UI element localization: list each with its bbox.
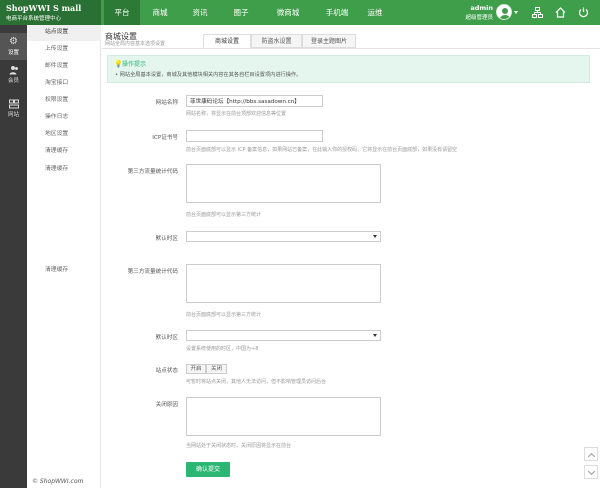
sidebar-item-label: 网站 bbox=[7, 112, 19, 118]
avatar[interactable] bbox=[496, 4, 512, 20]
tab-divider bbox=[102, 48, 600, 49]
close-reason-label: 关闭原因 bbox=[155, 402, 178, 408]
submenu-item-mail-settings[interactable]: 邮件设置 bbox=[27, 59, 100, 74]
nav-tab-platform[interactable]: 平台 bbox=[104, 0, 140, 25]
icp-label: ICP证书号 bbox=[152, 135, 178, 141]
nav-tab-wemall[interactable]: 微商城 bbox=[262, 0, 314, 25]
scroll-bottom-icon[interactable] bbox=[584, 465, 598, 479]
icp-hint: 前台页面底部可以显示 ICP 备案信息，如果网站已备案，在此输入你的授权码，它将… bbox=[186, 147, 458, 153]
nav-tab-ops[interactable]: 运维 bbox=[360, 0, 390, 25]
submenu-item-region-settings[interactable]: 地区设置 bbox=[27, 127, 100, 142]
submenu-item-operation-log[interactable]: 操作日志 bbox=[27, 110, 100, 125]
tab-mall-settings[interactable]: 商城设置 bbox=[203, 34, 251, 48]
nav-tab-news[interactable]: 资讯 bbox=[180, 0, 220, 25]
brand-tagline: 电商平台系统管理中心 bbox=[6, 16, 62, 22]
tab-watermark-settings[interactable]: 防盗水设置 bbox=[251, 34, 302, 48]
stat-code-hint: 前台页面底部可以显示第三方统计 bbox=[186, 212, 262, 218]
submenu-item-permissions[interactable]: 权限设置 bbox=[27, 93, 100, 108]
brand-name: ShopWWI S mall bbox=[6, 3, 82, 13]
submenu-item-upload-settings[interactable]: 上传设置 bbox=[27, 42, 100, 57]
sitemap-icon[interactable] bbox=[532, 7, 543, 18]
status-on-toggle[interactable]: 开启 bbox=[186, 364, 206, 374]
tips-title: 操作提示 bbox=[122, 61, 147, 68]
site-status-label: 站点状态 bbox=[155, 368, 178, 374]
stat-code2-textarea[interactable] bbox=[186, 264, 381, 303]
icp-input[interactable] bbox=[186, 130, 323, 142]
sidebar-item-label: 会员 bbox=[7, 78, 19, 84]
members-icon bbox=[9, 65, 19, 75]
submit-button[interactable]: 确认提交 bbox=[186, 462, 230, 477]
scroll-top-icon[interactable] bbox=[584, 447, 598, 461]
stat-code2-label: 第三方流量统计代码 bbox=[127, 269, 178, 275]
admin-username[interactable]: admin bbox=[457, 4, 493, 12]
close-reason-textarea[interactable] bbox=[186, 397, 381, 436]
nav-tab-mobile[interactable]: 手机端 bbox=[314, 0, 360, 25]
site-name-hint: 网站名称，将显示在前台顶部欢迎信息等位置 bbox=[186, 111, 287, 117]
submenu-item-clear-cache[interactable]: 清理缓存 bbox=[27, 144, 100, 159]
site-name-label: 网站名称 bbox=[155, 100, 178, 106]
tab-login-theme-images[interactable]: 登录主题图片 bbox=[302, 34, 356, 48]
stat-code2-hint: 前台页面底部可以显示第三方统计 bbox=[186, 312, 262, 318]
submenu-item-clear-cache[interactable]: 清理缓存 bbox=[27, 162, 100, 177]
module-sidebar: ⚙ 设置 会员 网站 bbox=[0, 25, 27, 488]
site-icon bbox=[8, 99, 19, 109]
copyright-text: © ShopWWI.com bbox=[32, 478, 84, 485]
sidebar-item-website[interactable]: 网站 bbox=[0, 95, 27, 122]
stat-code-label: 第三方流量统计代码 bbox=[127, 169, 178, 175]
sidebar-item-settings[interactable]: ⚙ 设置 bbox=[0, 33, 27, 60]
stat-code-textarea[interactable] bbox=[186, 164, 381, 203]
site-name-input[interactable] bbox=[186, 95, 323, 107]
timezone2-label: 默认时区 bbox=[155, 335, 178, 341]
top-navbar: ShopWWI S mall 电商平台系统管理中心 平台 商城 资讯 圈子 微商… bbox=[0, 0, 600, 25]
timezone2-select[interactable] bbox=[186, 330, 381, 341]
timezone-select[interactable] bbox=[186, 231, 381, 242]
chevron-down-icon[interactable] bbox=[514, 11, 518, 14]
brand-logo[interactable]: ShopWWI S mall 电商平台系统管理中心 bbox=[0, 0, 101, 25]
site-status-hint: 可暂时将站点关闭，其他人无法访问，但不影响管理员访问后台 bbox=[186, 379, 327, 385]
status-off-toggle[interactable]: 关闭 bbox=[206, 364, 227, 374]
submenu-item-taobao-api[interactable]: 淘宝接口 bbox=[27, 76, 100, 91]
timezone-label: 默认时区 bbox=[155, 236, 178, 242]
sidebar-item-members[interactable]: 会员 bbox=[0, 61, 27, 88]
close-reason-hint: 当网站处于关闭状态时，关闭原因将显示在前台 bbox=[186, 443, 292, 449]
timezone2-hint: 设置系统使用的时区，中国为+8 bbox=[186, 346, 259, 352]
admin-role: 超级管理员 bbox=[465, 15, 493, 21]
sidebar-item-label: 设置 bbox=[7, 50, 19, 56]
tips-panel: 💡 操作提示 • 网站全局基本设置，商城及其他模块相关内容在其各自栏目设置项内进… bbox=[107, 55, 590, 83]
submenu-item-clear-cache[interactable]: 清理缓存 bbox=[27, 263, 100, 278]
tips-text: • 网站全局基本设置，商城及其他模块相关内容在其各自栏目设置项内进行操作。 bbox=[115, 72, 302, 78]
nav-tab-circle[interactable]: 圈子 bbox=[220, 0, 262, 25]
caret-down-icon bbox=[373, 235, 377, 238]
page-subtitle: 网站全局内容基本选项设置 bbox=[105, 41, 166, 47]
logout-icon[interactable] bbox=[578, 7, 589, 18]
nav-tab-mall[interactable]: 商城 bbox=[140, 0, 180, 25]
home-icon[interactable] bbox=[555, 7, 566, 18]
gear-icon: ⚙ bbox=[9, 36, 18, 47]
settings-submenu: 站点设置 上传设置 邮件设置 淘宝接口 权限设置 操作日志 地区设置 清理缓存 … bbox=[27, 25, 101, 488]
submenu-item-site-settings[interactable]: 站点设置 bbox=[27, 25, 100, 40]
caret-down-icon bbox=[373, 334, 377, 337]
